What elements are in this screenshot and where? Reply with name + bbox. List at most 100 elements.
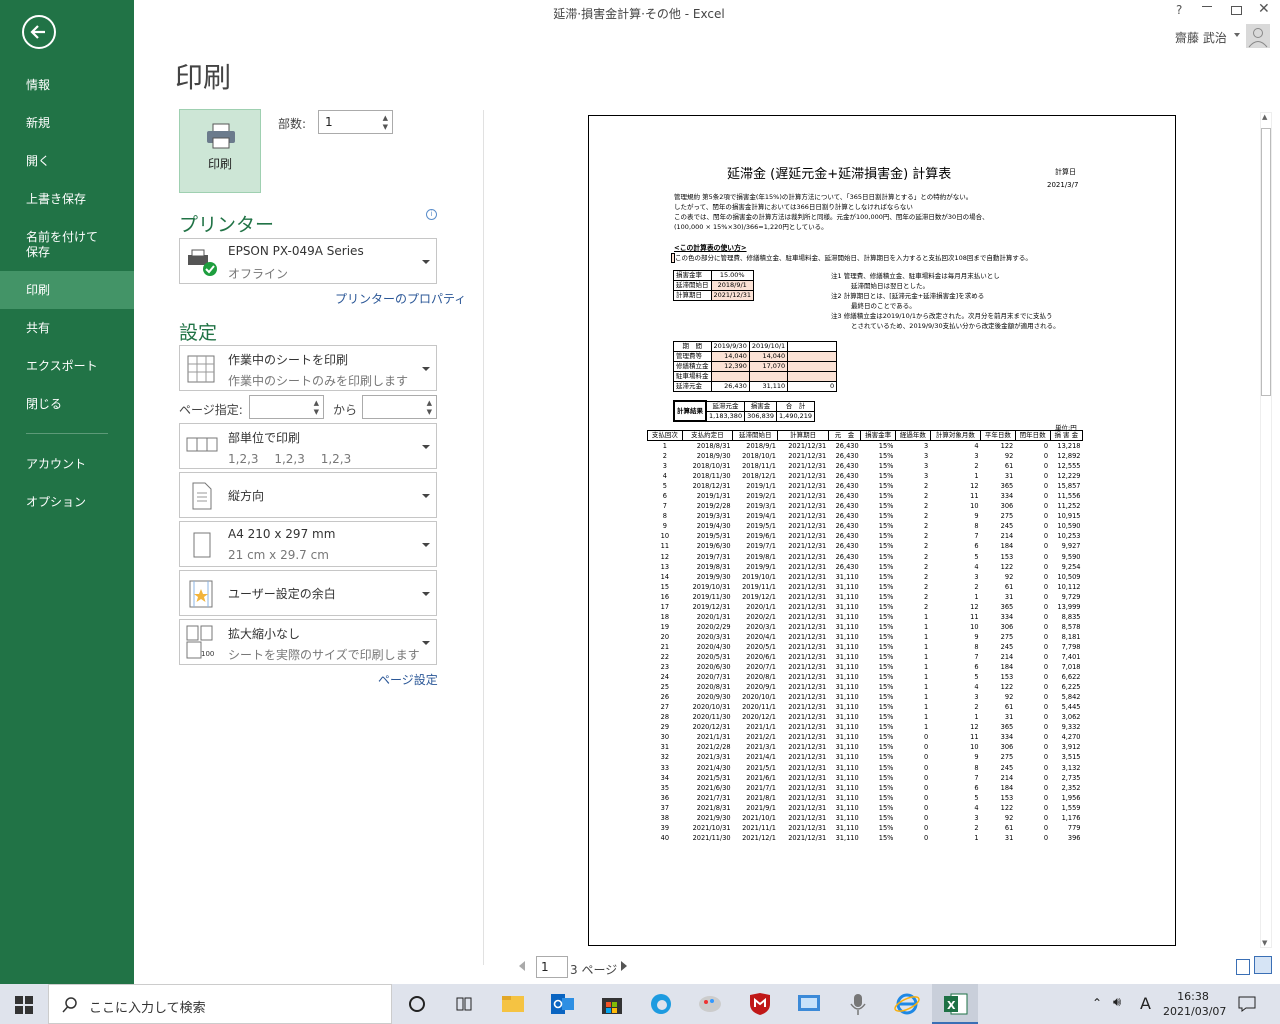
notifications-icon[interactable] bbox=[1238, 996, 1256, 1012]
internet-explorer-icon[interactable] bbox=[894, 992, 920, 1016]
copies-spinner[interactable]: 1 ▲ ▼ bbox=[318, 110, 393, 134]
outlook-icon[interactable] bbox=[550, 992, 576, 1016]
table-cell: 11,252 bbox=[1057, 502, 1081, 511]
nav-open[interactable]: 開く bbox=[0, 154, 134, 169]
nav-new[interactable]: 新規 bbox=[0, 116, 134, 131]
spin-up-icon[interactable]: ▲ bbox=[314, 399, 319, 407]
table-cell: 28 bbox=[660, 713, 670, 722]
show-margins-icon[interactable] bbox=[1236, 959, 1250, 975]
user-avatar[interactable] bbox=[1246, 24, 1270, 48]
tray-chevron-up-icon[interactable]: ⌃ bbox=[1092, 996, 1102, 1010]
table-cell: 0 bbox=[1043, 693, 1049, 702]
paper-size-select[interactable]: A4 210 x 297 mm 21 cm x 29.7 cm bbox=[179, 521, 437, 567]
scrollbar-thumb[interactable] bbox=[1261, 128, 1271, 396]
restore-button[interactable] bbox=[1231, 6, 1242, 15]
table-cell: 21 bbox=[660, 642, 670, 651]
mcafee-icon[interactable] bbox=[747, 992, 773, 1016]
nav-close[interactable]: 閉じる bbox=[0, 397, 134, 412]
edge-icon[interactable] bbox=[648, 992, 674, 1016]
close-button[interactable]: ✕ bbox=[1258, 1, 1270, 17]
table-row: 19 2020/2/29 2020/3/1 2021/12/31 31,110 15% 1 1… bbox=[648, 622, 1083, 632]
paint-app-icon[interactable] bbox=[697, 992, 723, 1016]
taskbar-search[interactable]: ここに入力して検索 bbox=[48, 984, 392, 1024]
collate-select[interactable]: 部単位で印刷 1,2,3 1,2,3 1,2,3 bbox=[179, 423, 437, 469]
print-what-select[interactable]: 作業中のシートを印刷 作業中のシートのみを印刷します bbox=[179, 345, 437, 391]
paper-size-title: A4 210 x 297 mm bbox=[228, 527, 336, 541]
next-page-icon[interactable] bbox=[621, 961, 627, 971]
table-cell: 3 bbox=[974, 572, 979, 581]
table-cell: 2 bbox=[923, 482, 929, 491]
minimize-button[interactable] bbox=[1202, 6, 1212, 7]
scaling-title: 拡大縮小なし bbox=[228, 627, 301, 641]
table-cell: 15% bbox=[878, 482, 894, 491]
result-value: 306,839 bbox=[744, 410, 777, 422]
excel-taskbar-button[interactable]: X bbox=[932, 984, 978, 1024]
nav-save-as[interactable]: 名前を付けて保存 bbox=[0, 230, 110, 260]
table-cell: 3,132 bbox=[1061, 763, 1081, 772]
period-value bbox=[787, 351, 838, 362]
user-name[interactable]: 齋藤 武治 bbox=[1175, 29, 1227, 46]
scroll-up-icon[interactable]: ▲ bbox=[1262, 113, 1267, 121]
print-button[interactable]: 印刷 bbox=[179, 109, 261, 193]
page-setup-link[interactable]: ページ設定 bbox=[378, 671, 438, 688]
table-cell: 2021/1/1 bbox=[746, 723, 776, 732]
ime-mode[interactable]: A bbox=[1140, 994, 1151, 1013]
help-button[interactable]: ? bbox=[1176, 3, 1182, 17]
spin-down-icon[interactable]: ▼ bbox=[314, 408, 319, 416]
table-cell: 184 bbox=[1000, 783, 1014, 792]
user-chevron-down-icon[interactable] bbox=[1234, 33, 1240, 37]
page-number-input[interactable]: 1 bbox=[536, 956, 568, 978]
info-icon[interactable]: i bbox=[426, 209, 437, 220]
nav-options[interactable]: オプション bbox=[0, 495, 134, 510]
table-cell: 15% bbox=[878, 562, 894, 571]
scaling-select[interactable]: 100 拡大縮小なし シートを実際のサイズで印刷します bbox=[179, 619, 437, 665]
windows-start-icon[interactable] bbox=[15, 996, 33, 1014]
table-row: 24 2020/7/31 2020/8/1 2021/12/31 31,110 15% 1 5… bbox=[648, 672, 1083, 682]
orientation-select[interactable]: 縦方向 bbox=[179, 472, 437, 518]
intro-line: (100,000 × 15%×30)/366=1,220円としている。 bbox=[674, 223, 828, 231]
table-cell: 0 bbox=[923, 743, 929, 752]
table-cell: 61 bbox=[1004, 823, 1014, 832]
cortana-icon[interactable] bbox=[405, 992, 431, 1016]
zoom-to-page-icon[interactable] bbox=[1254, 956, 1272, 974]
table-cell: 7 bbox=[974, 773, 979, 782]
table-cell: 8 bbox=[974, 522, 979, 531]
back-button[interactable] bbox=[22, 15, 56, 49]
task-view-icon[interactable] bbox=[452, 992, 478, 1016]
nav-info[interactable]: 情報 bbox=[0, 78, 134, 93]
printer-properties-link[interactable]: プリンターのプロパティ bbox=[335, 290, 466, 307]
table-cell: 2020/5/1 bbox=[746, 642, 776, 651]
printer-select[interactable]: EPSON PX-049A Series オフライン bbox=[179, 238, 437, 284]
table-cell: 2,735 bbox=[1061, 773, 1081, 782]
margins-select[interactable]: ユーザー設定の余白 bbox=[179, 570, 437, 616]
spin-up-icon[interactable]: ▲ bbox=[383, 114, 388, 122]
table-cell: 31,110 bbox=[835, 632, 859, 641]
spin-up-icon[interactable]: ▲ bbox=[427, 399, 432, 407]
pages-from-input[interactable]: ▲ ▼ bbox=[249, 395, 324, 419]
table-cell: 15% bbox=[878, 642, 894, 651]
remote-desktop-icon[interactable] bbox=[796, 992, 822, 1016]
clock[interactable]: 16:38 2021/03/07 bbox=[1163, 989, 1226, 1019]
period-head: 期 間 bbox=[673, 341, 712, 352]
table-cell: 31,110 bbox=[835, 753, 859, 762]
file-explorer-icon[interactable] bbox=[501, 992, 527, 1016]
table-cell: 2 bbox=[923, 522, 929, 531]
table-cell: 35 bbox=[660, 783, 670, 792]
spin-down-icon[interactable]: ▼ bbox=[427, 408, 432, 416]
nav-print[interactable]: 印刷 bbox=[0, 271, 134, 309]
store-icon[interactable] bbox=[599, 992, 625, 1016]
scroll-down-icon[interactable]: ▼ bbox=[1262, 939, 1267, 947]
nav-share[interactable]: 共有 bbox=[0, 321, 134, 336]
nav-export[interactable]: エクスポート bbox=[0, 359, 134, 374]
table-cell: 13,999 bbox=[1057, 602, 1081, 611]
column-header: 閏年日数 bbox=[1014, 430, 1051, 441]
table-cell: 12 bbox=[970, 482, 979, 491]
nav-account[interactable]: アカウント bbox=[0, 457, 134, 472]
prev-page-icon[interactable] bbox=[519, 961, 525, 971]
spin-down-icon[interactable]: ▼ bbox=[383, 123, 388, 131]
table-cell: 31,110 bbox=[835, 663, 859, 672]
nav-save[interactable]: 上書き保存 bbox=[0, 192, 134, 207]
volume-icon[interactable]: 🔊︎ bbox=[1113, 995, 1121, 1010]
microphone-icon[interactable] bbox=[845, 992, 871, 1016]
pages-to-input[interactable]: ▲ ▼ bbox=[362, 395, 437, 419]
